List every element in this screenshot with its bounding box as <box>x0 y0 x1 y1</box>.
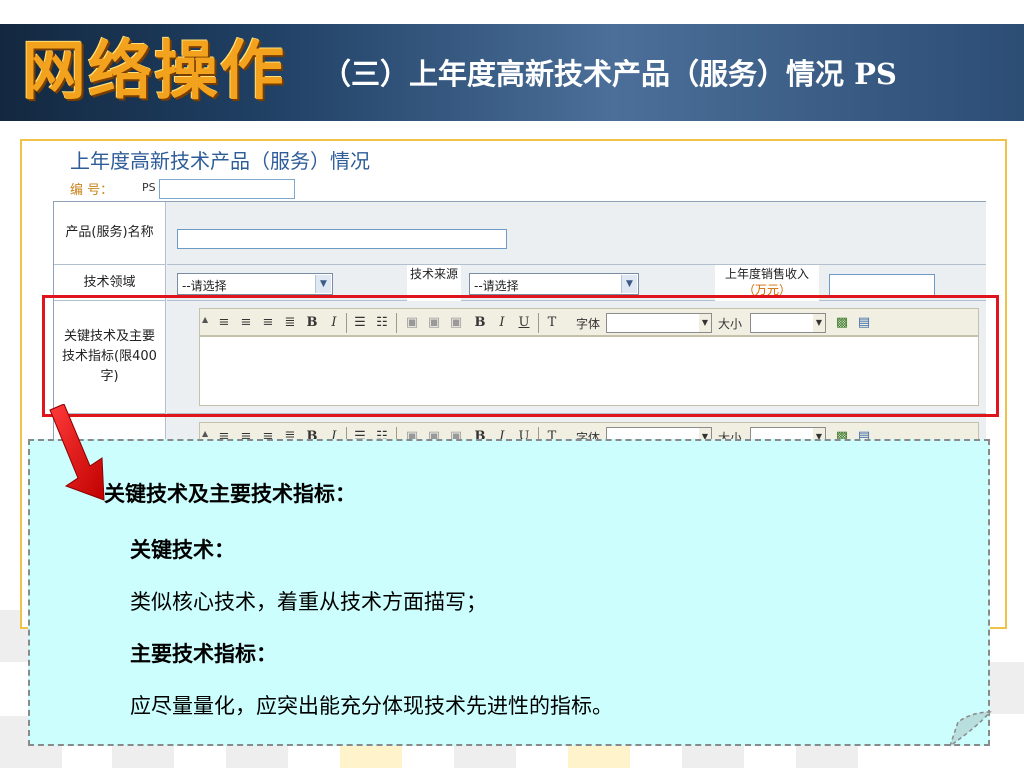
chevron-down-icon: ▼ <box>621 275 637 293</box>
product-name-cell <box>167 202 986 265</box>
logo-text: 网络操作 <box>22 35 286 109</box>
indicators-title: 主要技术指标： <box>130 641 277 666</box>
product-name-input[interactable] <box>177 229 507 249</box>
code-prefix: PS <box>142 181 156 194</box>
key-tech-title: 关键技术： <box>130 537 235 562</box>
tech-field-select[interactable]: --请选择 ▼ <box>177 273 333 295</box>
page-curl-icon <box>948 711 992 748</box>
chevron-down-icon: ▼ <box>315 275 331 293</box>
tech-source-select[interactable]: --请选择 ▼ <box>469 273 639 295</box>
code-label: 编 号： <box>70 183 114 198</box>
callout-heading: 关键技术及主要技术指标： <box>104 481 356 506</box>
key-tech-description: 类似核心技术，着重从技术方面描写； <box>130 590 487 614</box>
code-input[interactable] <box>159 179 295 199</box>
product-name-label: 产品(服务)名称 <box>54 202 166 265</box>
tech-field-select-value: --请选择 <box>182 279 227 293</box>
slide-title: （三）上年度高新技术产品（服务）情况 PS <box>322 57 897 91</box>
tech-source-select-value: --请选择 <box>474 279 519 293</box>
slide-header: 网络操作 （三）上年度高新技术产品（服务）情况 PS <box>0 24 1024 121</box>
indicators-description: 应尽量量化，应突出能充分体现技术先进性的指标。 <box>130 694 613 718</box>
form-title: 上年度高新技术产品（服务）情况 <box>70 149 370 173</box>
highlight-box <box>42 295 999 417</box>
